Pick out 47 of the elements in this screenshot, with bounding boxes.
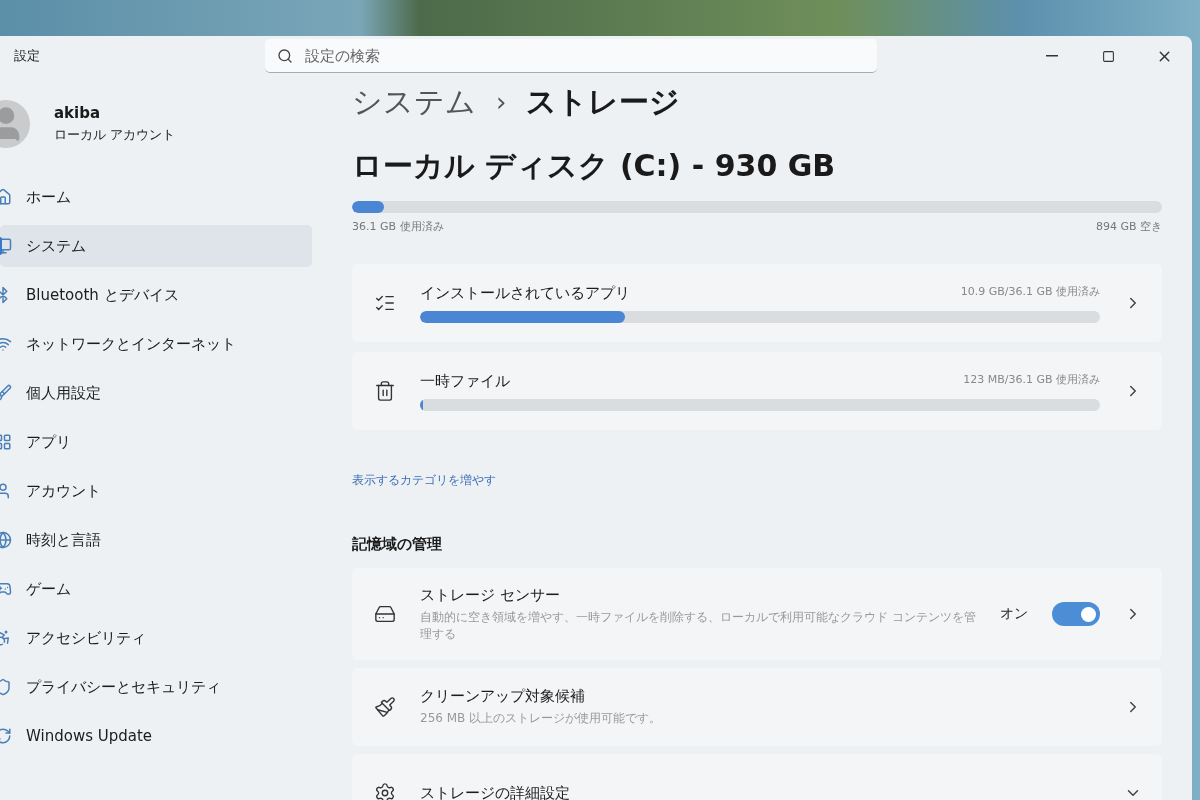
- sidebar-item[interactable]: ゲーム: [0, 568, 312, 610]
- settings-icon: [374, 782, 396, 800]
- disk-title: ローカル ディスク (C:) - 930 GB: [352, 147, 837, 185]
- toggle-state-label: オン: [1000, 605, 1028, 623]
- trash-icon: [374, 380, 396, 402]
- category-title: 一時ファイル: [420, 371, 510, 391]
- account-type: ローカル アカウント: [54, 126, 176, 144]
- sidebar-item[interactable]: 時刻と言語: [0, 519, 312, 561]
- usage-category-card[interactable]: インストールされているアプリ 10.9 GB/36.1 GB 使用済み: [352, 264, 1162, 342]
- more-categories-link[interactable]: 表示するカテゴリを増やす: [352, 472, 1162, 489]
- sidebar-item[interactable]: アカウント: [0, 470, 312, 512]
- search-icon: [277, 48, 293, 64]
- category-usage: 123 MB/36.1 GB 使用済み: [963, 371, 1100, 388]
- sidebar-item[interactable]: ホーム: [0, 176, 312, 218]
- usage-category-card[interactable]: 一時ファイル 123 MB/36.1 GB 使用済み: [352, 352, 1162, 430]
- sidebar-item[interactable]: Windows Update: [0, 715, 312, 757]
- setting-description: 自動的に空き領域を増やす、一時ファイルを削除する、ローカルで利用可能なクラウド コンテンツを管理する: [420, 609, 976, 642]
- sidebar-item[interactable]: 個人用設定: [0, 372, 312, 414]
- sidebar-item[interactable]: プライバシーとセキュリティ: [0, 666, 312, 708]
- management-card[interactable]: クリーンアップ対象候補 256 MB 以上のストレージが使用可能です。: [352, 668, 1162, 746]
- sidebar-item[interactable]: ネットワークとインターネット: [0, 323, 312, 365]
- management-card[interactable]: ストレージの詳細設定: [352, 754, 1162, 800]
- toggle-switch[interactable]: [1052, 602, 1100, 626]
- sidebar-item[interactable]: アクセシビリティ: [0, 617, 312, 659]
- free-space-label: 894 GB 空き: [1095, 219, 1162, 234]
- used-space-label: 36.1 GB 使用済み: [352, 219, 444, 234]
- management-card[interactable]: ストレージ センサー 自動的に空き領域を増やす、一時ファイルを削除する、ローカルで利用可能なクラウド コンテンツを管理する オン: [352, 568, 1162, 660]
- category-usage: 10.9 GB/36.1 GB 使用済み: [960, 283, 1100, 300]
- sidebar-item[interactable]: Bluetooth とデバイス: [0, 274, 312, 316]
- drive-icon: [374, 603, 396, 625]
- page-title: ストレージ: [526, 82, 681, 121]
- section-heading: 記憶域の管理: [352, 535, 443, 554]
- user-name: akiba: [54, 104, 102, 122]
- search-field[interactable]: 設定の検索: [265, 39, 877, 73]
- sidebar-item[interactable]: アプリ: [0, 421, 312, 463]
- maximize-icon: [1101, 49, 1115, 63]
- sidebar-item[interactable]: システム: [0, 225, 312, 267]
- breadcrumb-separator: ›: [496, 87, 507, 117]
- window-title: 設定: [13, 47, 41, 65]
- category-title: インストールされているアプリ: [420, 283, 630, 303]
- brush-icon: [374, 696, 396, 718]
- setting-title: ストレージの詳細設定: [420, 783, 571, 800]
- setting-description: 256 MB 以上のストレージが使用可能です。: [420, 710, 663, 727]
- setting-title: クリーンアップ対象候補: [420, 687, 586, 707]
- setting-title: ストレージ センサー: [420, 586, 561, 606]
- breadcrumb-link[interactable]: システム: [352, 81, 476, 123]
- minimize-icon: [1046, 55, 1058, 57]
